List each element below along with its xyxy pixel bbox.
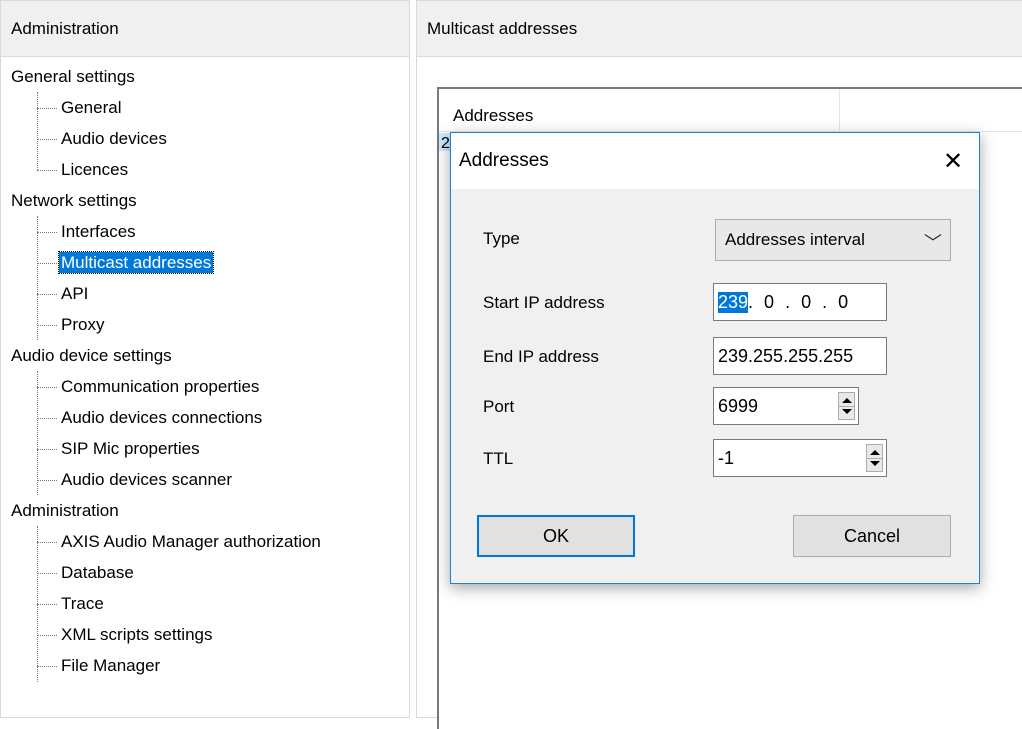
tree-category-network-settings[interactable]: Network settings <box>9 185 139 216</box>
tree-item-file-manager[interactable]: File Manager <box>37 650 162 681</box>
tree-item-label: API <box>61 284 89 303</box>
tree-item-label: AXIS Audio Manager authorization <box>61 532 321 551</box>
end-ip-field[interactable]: 239.255.255.255 <box>713 337 887 375</box>
tree-connector <box>37 418 57 420</box>
tree-item-xml-scripts-settings[interactable]: XML scripts settings <box>37 619 214 650</box>
tree-item-label: General settings <box>11 67 135 86</box>
tree-item-label: Administration <box>11 501 119 520</box>
tree-item-label: XML scripts settings <box>61 625 213 644</box>
tree-connector <box>37 232 57 234</box>
ttl-spin-buttons[interactable] <box>866 444 883 472</box>
end-ip-value: 239.255.255.255 <box>718 345 854 366</box>
type-select-value: Addresses interval <box>725 230 865 249</box>
tree-connector <box>37 263 57 265</box>
tree-item-interfaces[interactable]: Interfaces <box>37 216 138 247</box>
tree-connector <box>37 635 57 637</box>
ttl-stepper[interactable]: -1 <box>713 439 887 477</box>
tree-item-label: Communication properties <box>61 377 260 396</box>
start-ip-label: Start IP address <box>483 293 605 312</box>
column-header-empty[interactable] <box>839 89 1022 131</box>
dialog-title: Addresses <box>459 150 549 171</box>
tree-item-label: Proxy <box>61 315 105 334</box>
tree-item-licences[interactable]: Licences <box>37 154 130 185</box>
admin-tree-panel: Administration General settings General Au… <box>0 0 410 718</box>
cancel-button[interactable]: Cancel <box>793 515 951 557</box>
tree-item-label: Trace <box>61 594 104 613</box>
settings-tree: General settings General Audio devices Lice… <box>1 61 409 717</box>
tree-connector <box>37 449 57 451</box>
ip-segment[interactable]: 239 <box>718 291 749 313</box>
tree-connector <box>37 604 57 606</box>
type-label: Type <box>483 229 520 248</box>
tree-connector <box>37 542 57 544</box>
start-ip-field[interactable]: 239. 0 . 0 . 0 <box>713 283 887 321</box>
admin-panel-header: Administration <box>1 1 409 57</box>
tree-item-proxy[interactable]: Proxy <box>37 309 106 340</box>
tree-connector <box>37 139 57 141</box>
tree-item-audio-devices[interactable]: Audio devices <box>37 123 169 154</box>
admin-panel-title: Administration <box>11 18 119 38</box>
ttl-value: -1 <box>718 447 735 468</box>
tree-item-label: Audio devices scanner <box>61 470 233 489</box>
tree-item-general[interactable]: General <box>37 92 123 123</box>
port-stepper[interactable]: 6999 <box>713 387 859 425</box>
tree-item-label: Interfaces <box>61 222 136 241</box>
tree-connector <box>37 170 57 172</box>
tree-item-label: SIP Mic properties <box>61 439 200 458</box>
tree-connector <box>37 387 57 389</box>
spin-down-icon[interactable] <box>842 409 852 414</box>
tree-connector <box>37 325 57 327</box>
tree-item-label: Audio devices connections <box>61 408 263 427</box>
close-icon[interactable]: ✕ <box>931 139 975 183</box>
tree-item-label: Database <box>61 563 134 582</box>
multicast-panel-header: Multicast addresses <box>417 1 1022 57</box>
tree-item-label: Audio devices <box>61 129 167 148</box>
tree-item-sip-mic-properties[interactable]: SIP Mic properties <box>37 433 202 464</box>
tree-item-communication-properties[interactable]: Communication properties <box>37 371 261 402</box>
tree-item-audio-devices-scanner[interactable]: Audio devices scanner <box>37 464 234 495</box>
spin-up-icon[interactable] <box>842 398 852 403</box>
tree-connector <box>37 666 57 668</box>
ip-segment[interactable]: 0 <box>758 292 780 313</box>
end-ip-label: End IP address <box>483 347 599 366</box>
dialog-titlebar: Addresses ✕ <box>451 133 979 189</box>
tree-item-axis-audio-manager-authorization[interactable]: AXIS Audio Manager authorization <box>37 526 323 557</box>
tree-item-label: File Manager <box>61 656 161 675</box>
tree-connector <box>37 480 57 482</box>
ip-segment[interactable]: 0 <box>832 292 854 313</box>
tree-item-label: General <box>61 98 122 117</box>
tree-connector <box>37 573 57 575</box>
tree-item-database[interactable]: Database <box>37 557 136 588</box>
addresses-dialog: Addresses ✕ Type Addresses interval ﹀ St… <box>450 132 980 584</box>
port-value: 6999 <box>718 395 759 416</box>
tree-item-multicast-addresses[interactable]: Multicast addresses <box>37 247 215 278</box>
ip-segment[interactable]: 0 <box>795 292 817 313</box>
tree-category-audio-device-settings[interactable]: Audio device settings <box>9 340 174 371</box>
port-label: Port <box>483 397 515 416</box>
tree-item-audio-devices-connections[interactable]: Audio devices connections <box>37 402 264 433</box>
tree-item-label: Audio device settings <box>11 346 172 365</box>
spin-down-icon[interactable] <box>870 461 880 466</box>
ttl-label: TTL <box>483 449 514 468</box>
tree-connector <box>37 108 57 110</box>
spin-up-icon[interactable] <box>870 450 880 455</box>
ok-button[interactable]: OK <box>477 515 635 557</box>
tree-category-administration[interactable]: Administration <box>9 495 121 526</box>
type-select[interactable]: Addresses interval ﹀ <box>715 219 951 261</box>
tree-item-label: Licences <box>61 160 129 179</box>
port-spin-buttons[interactable] <box>838 392 855 420</box>
column-header-addresses[interactable]: Addresses <box>439 89 839 131</box>
tree-item-api[interactable]: API <box>37 278 90 309</box>
list-header: Addresses <box>439 89 1022 132</box>
tree-item-label: Multicast addresses <box>57 251 215 274</box>
tree-category-general-settings[interactable]: General settings <box>9 61 137 92</box>
tree-item-trace[interactable]: Trace <box>37 588 106 619</box>
chevron-down-icon: ﹀ <box>924 233 942 253</box>
multicast-panel-title: Multicast addresses <box>427 18 578 38</box>
tree-item-label: Network settings <box>11 191 137 210</box>
list-row-text: 2 <box>441 135 450 152</box>
tree-connector <box>37 294 57 296</box>
